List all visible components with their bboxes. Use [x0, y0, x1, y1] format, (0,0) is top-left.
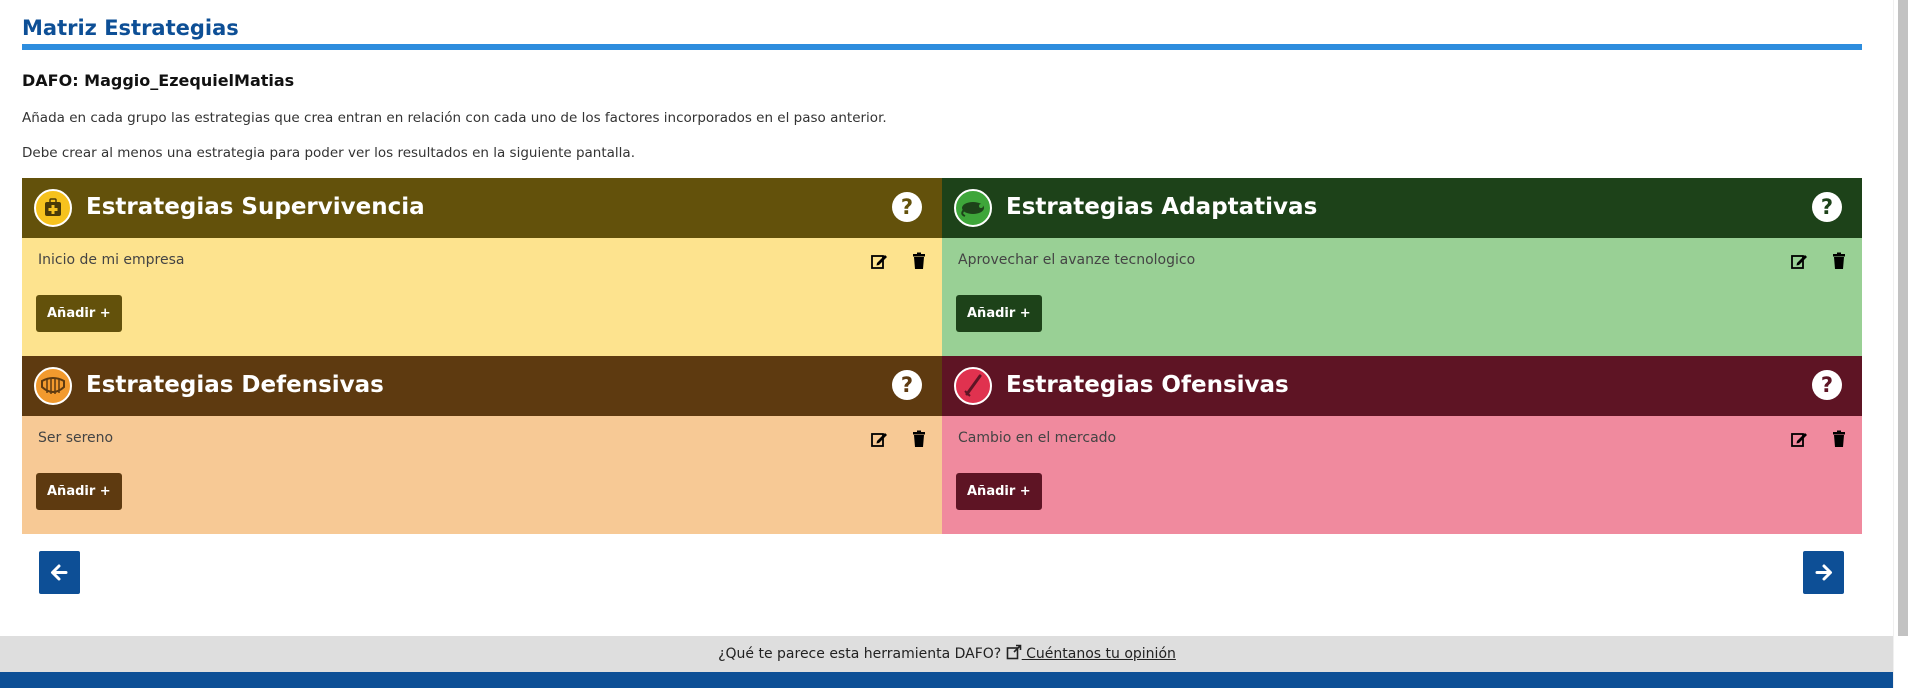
quadrant-defensivas: Estrategias Defensivas ? Ser sereno Añad… — [22, 356, 942, 534]
help-icon[interactable]: ? — [892, 370, 922, 400]
arrow-left-icon — [51, 564, 68, 581]
strategy-item: Cambio en el mercado — [958, 430, 1117, 446]
feedback-link[interactable]: Cuéntanos tu opinión — [1022, 646, 1176, 662]
strategy-item: Inicio de mi empresa — [38, 252, 185, 268]
dafo-name: DAFO: Maggio_EzequielMatias — [22, 71, 295, 90]
help-icon[interactable]: ? — [1812, 192, 1842, 222]
back-button[interactable] — [39, 551, 80, 594]
external-link-icon[interactable] — [1006, 644, 1022, 660]
edit-icon[interactable] — [870, 252, 888, 270]
quadrant-body: Cambio en el mercado Añadir + — [942, 416, 1862, 534]
trash-icon[interactable] — [910, 430, 928, 448]
chameleon-icon — [954, 189, 992, 227]
help-icon[interactable]: ? — [892, 192, 922, 222]
page-title: Matriz Estrategias — [22, 16, 239, 40]
trash-icon[interactable] — [1830, 252, 1848, 270]
sword-icon — [954, 367, 992, 405]
quadrant-title: Estrategias Ofensivas — [1006, 372, 1289, 398]
instruction-text: Añada en cada grupo las estrategias que … — [22, 110, 887, 126]
quadrant-body: Inicio de mi empresa Añadir + — [22, 238, 942, 356]
quadrant-header: Estrategias Defensivas ? — [22, 356, 942, 416]
strategy-matrix: Estrategias Supervivencia ? Inicio de mi… — [22, 178, 1862, 534]
requirement-text: Debe crear al menos una estrategia para … — [22, 145, 635, 161]
quadrant-header: Estrategias Ofensivas ? — [942, 356, 1862, 416]
quadrant-adaptativas: Estrategias Adaptativas ? Aprovechar el … — [942, 178, 1862, 356]
edit-icon[interactable] — [1790, 430, 1808, 448]
quadrant-header: Estrategias Adaptativas ? — [942, 178, 1862, 238]
edit-icon[interactable] — [870, 430, 888, 448]
quadrant-title: Estrategias Defensivas — [86, 372, 384, 398]
strategy-item: Aprovechar el avanze tecnologico — [958, 252, 1196, 268]
strategy-item: Ser sereno — [38, 430, 114, 446]
add-strategy-button[interactable]: Añadir + — [36, 473, 122, 510]
first-aid-kit-icon — [34, 189, 72, 227]
feedback-question: ¿Qué te parece esta herramienta DAFO? — [718, 646, 1002, 662]
feedback-bar: ¿Qué te parece esta herramienta DAFO? Cu… — [0, 636, 1894, 672]
arrow-right-icon — [1815, 564, 1832, 581]
add-strategy-button[interactable]: Añadir + — [956, 473, 1042, 510]
title-divider — [22, 44, 1862, 50]
trash-icon[interactable] — [910, 252, 928, 270]
quadrant-title: Estrategias Adaptativas — [1006, 194, 1318, 220]
quadrant-header: Estrategias Supervivencia ? — [22, 178, 942, 238]
edit-icon[interactable] — [1790, 252, 1808, 270]
scrollbar-thumb[interactable] — [1898, 0, 1908, 636]
quadrant-body: Aprovechar el avanze tecnologico Añadir … — [942, 238, 1862, 356]
quadrant-body: Ser sereno Añadir + — [22, 416, 942, 534]
quadrant-title: Estrategias Supervivencia — [86, 194, 425, 220]
vertical-scrollbar[interactable] — [1893, 0, 1910, 688]
help-icon[interactable]: ? — [1812, 370, 1842, 400]
add-strategy-button[interactable]: Añadir + — [956, 295, 1042, 332]
quadrant-ofensivas: Estrategias Ofensivas ? Cambio en el mer… — [942, 356, 1862, 534]
next-button[interactable] — [1803, 551, 1844, 594]
quadrant-supervivencia: Estrategias Supervivencia ? Inicio de mi… — [22, 178, 942, 356]
footer-bar — [0, 672, 1894, 688]
trash-icon[interactable] — [1830, 430, 1848, 448]
add-strategy-button[interactable]: Añadir + — [36, 295, 122, 332]
armadillo-shell-icon — [34, 367, 72, 405]
